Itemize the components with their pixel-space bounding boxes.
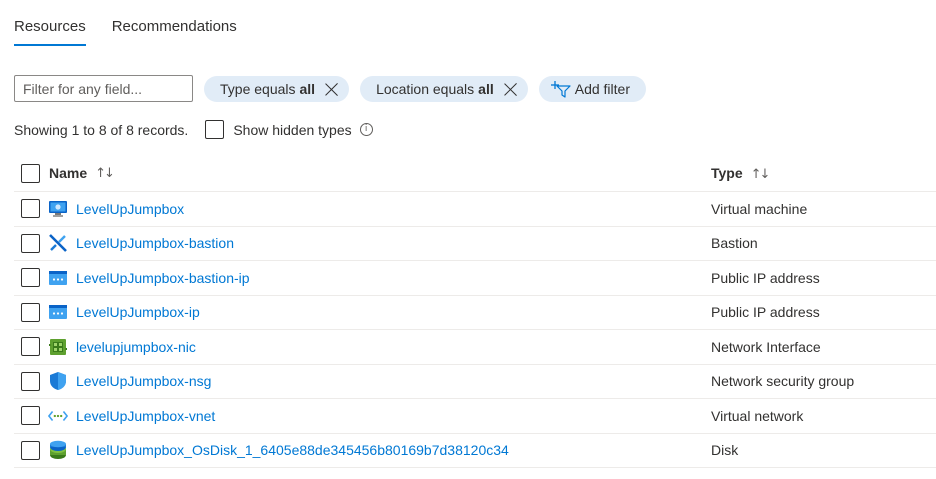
add-filter-icon [550,80,571,98]
bastion-icon [48,233,68,253]
resource-type: Virtual machine [711,200,808,217]
resource-type: Disk [711,442,739,459]
location-filter-pill[interactable]: Location equals all [360,75,528,102]
public-ip-icon [48,268,68,288]
resource-link[interactable]: LevelUpJumpbox-bastion [76,235,234,251]
resource-link[interactable]: LevelUpJumpbox-ip [76,304,200,320]
resource-type: Network Interface [711,338,821,355]
resource-link[interactable]: levelupjumpbox-nic [76,339,196,355]
row-checkbox[interactable] [21,199,40,219]
show-hidden-label: Show hidden types [233,121,352,138]
type-filter-value: all [299,80,316,97]
resource-type: Network security group [711,373,855,390]
table-header: Name ↑↓ Type ↑↓ [14,155,936,192]
resource-link[interactable]: LevelUpJumpbox_OsDisk_1_6405e88de345456b… [76,442,509,458]
type-filter-pill[interactable]: Type equals all [204,75,350,102]
sort-icon[interactable]: ↑↓ [95,166,115,181]
row-checkbox[interactable] [21,268,40,288]
filter-bar: Type equalsall Location equalsall Add fi… [14,75,646,102]
network-security-group-icon [48,371,68,391]
row-checkbox[interactable] [21,406,40,426]
disk-icon [48,440,68,460]
name-column-header[interactable]: Name ↑↓ [49,165,115,181]
resource-link[interactable]: LevelUpJumpbox-bastion-ip [76,270,250,286]
name-column-label: Name [49,165,88,181]
resource-type: Bastion [711,235,758,252]
close-icon[interactable] [504,82,518,96]
tab-bar: Resources Recommendations [14,18,263,46]
row-checkbox[interactable] [21,371,40,391]
table-row: LevelUpJumpbox Virtual machine [14,192,936,227]
tab-resources[interactable]: Resources [14,18,86,46]
filter-input[interactable] [14,75,193,102]
row-checkbox[interactable] [21,337,40,357]
table-row: LevelUpJumpbox-ip Public IP address [14,296,936,330]
location-filter-value: all [478,80,494,97]
resource-type: Public IP address [711,304,820,321]
sort-icon[interactable]: ↑↓ [751,167,771,182]
row-checkbox[interactable] [21,440,40,460]
add-filter-button[interactable]: Add filter [538,75,646,102]
record-count-text: Showing 1 to 8 of 8 records. [14,121,189,138]
type-filter-label: Type equals [220,80,296,97]
records-info: Showing 1 to 8 of 8 records. Show hidden… [14,120,373,139]
tab-recommendations[interactable]: Recommendations [112,18,237,46]
type-column-label: Type [711,164,743,181]
network-interface-icon [48,337,68,357]
add-filter-label: Add filter [574,80,630,97]
resource-type: Public IP address [711,269,820,286]
public-ip-icon [48,302,68,322]
row-checkbox[interactable] [21,233,40,253]
row-checkbox[interactable] [21,302,40,322]
virtual-network-icon [48,406,68,426]
resource-link[interactable]: LevelUpJumpbox-vnet [76,408,215,424]
table-row: LevelUpJumpbox_OsDisk_1_6405e88de345456b… [14,434,936,468]
resources-table: Name ↑↓ Type ↑↓ LevelUpJumpbox Virtual mac… [14,155,936,468]
virtual-machine-icon [48,199,68,219]
resource-link[interactable]: LevelUpJumpbox [76,201,184,217]
location-filter-label: Location equals [376,80,475,97]
table-row: levelupjumpbox-nic Network Interface [14,330,936,365]
table-row: LevelUpJumpbox-vnet Virtual network [14,399,936,434]
table-row: LevelUpJumpbox-bastion-ip Public IP addr… [14,261,936,296]
show-hidden-checkbox[interactable] [205,120,225,139]
select-all-checkbox[interactable] [21,163,40,183]
resource-link[interactable]: LevelUpJumpbox-nsg [76,373,211,389]
table-row: LevelUpJumpbox-bastion Bastion [14,227,936,261]
resource-type: Virtual network [711,407,804,424]
close-icon[interactable] [325,82,339,96]
info-icon[interactable]: i [359,123,373,136]
table-row: LevelUpJumpbox-nsg Network security grou… [14,365,936,399]
type-column-header[interactable]: Type ↑↓ [711,164,771,182]
